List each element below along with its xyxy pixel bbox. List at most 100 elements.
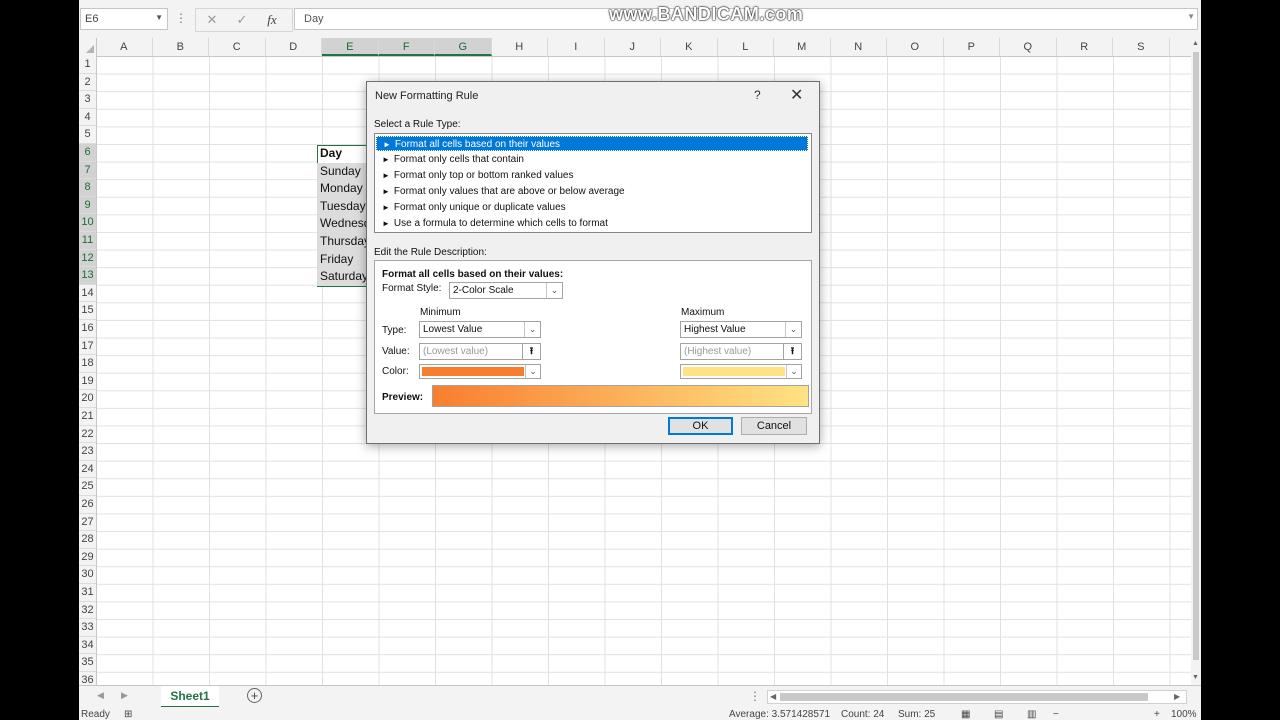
tab-sheet1[interactable]: Sheet1 — [161, 686, 219, 708]
chevron-down-icon[interactable]: ⌄ — [525, 365, 540, 378]
row-header[interactable]: 22 — [79, 426, 96, 444]
select-all-button[interactable] — [79, 38, 97, 56]
range-picker-icon[interactable]: ⭱ — [783, 344, 801, 359]
cell-e8[interactable]: Monday — [320, 180, 370, 198]
cell-e9[interactable]: Tuesday — [320, 198, 370, 216]
column-header[interactable]: S — [1113, 38, 1170, 56]
column-header[interactable]: F — [378, 38, 435, 56]
row-header[interactable]: 5 — [79, 126, 96, 144]
column-header[interactable]: Q — [1000, 38, 1057, 56]
column-header[interactable]: J — [605, 38, 661, 56]
next-sheet-icon[interactable]: ▶ — [121, 690, 128, 701]
column-header[interactable]: B — [153, 38, 209, 56]
column-header[interactable]: C — [209, 38, 266, 56]
chevron-down-icon[interactable]: ⌄ — [785, 322, 801, 337]
scroll-right-icon[interactable]: ▶ — [1174, 692, 1180, 701]
chevron-down-icon[interactable]: ⌄ — [546, 283, 562, 298]
max-color-picker[interactable]: ⌄ — [680, 364, 802, 379]
row-header[interactable]: 25 — [79, 478, 96, 496]
vertical-scroll-thumb[interactable] — [1193, 52, 1199, 660]
row-header[interactable]: 3 — [79, 91, 96, 109]
ok-button[interactable]: OK — [668, 417, 733, 435]
cancel-entry-icon[interactable]: ✕ — [202, 12, 222, 28]
row-header[interactable]: 36 — [79, 672, 96, 685]
row-header[interactable]: 17 — [79, 338, 96, 356]
row-header[interactable]: 26 — [79, 496, 96, 514]
cell-e7[interactable]: Sunday — [320, 163, 370, 181]
row-header[interactable]: 16 — [79, 320, 96, 338]
min-value-input[interactable]: (Lowest value) ⭱ — [419, 343, 541, 360]
horizontal-scrollbar[interactable]: ◀ ▶ — [767, 690, 1187, 704]
max-type-select[interactable]: Highest Value ⌄ — [680, 321, 802, 338]
cell-e13[interactable]: Saturday — [320, 268, 370, 286]
row-header[interactable]: 28 — [79, 531, 96, 549]
normal-view-icon[interactable]: ▦ — [961, 709, 970, 720]
cell-e10[interactable]: Wednesday — [320, 215, 370, 233]
column-header[interactable]: R — [1057, 38, 1113, 56]
column-header[interactable]: O — [887, 38, 944, 56]
zoom-in-icon[interactable]: + — [1154, 709, 1160, 720]
row-header[interactable]: 30 — [79, 566, 96, 584]
row-header[interactable]: 35 — [79, 654, 96, 672]
row-header[interactable]: 33 — [79, 619, 96, 637]
vertical-scrollbar[interactable]: ▲ ▼ — [1191, 38, 1201, 685]
row-header[interactable]: 19 — [79, 373, 96, 391]
row-header[interactable]: 32 — [79, 602, 96, 620]
rule-type-item[interactable]: ► Format only top or bottom ranked values — [376, 168, 808, 183]
row-header[interactable]: 2 — [79, 74, 96, 92]
column-header[interactable]: G — [435, 38, 492, 56]
column-header[interactable]: E — [322, 38, 379, 56]
column-header[interactable]: D — [266, 38, 322, 56]
column-header[interactable]: I — [548, 38, 605, 56]
row-header[interactable]: 1 — [79, 56, 96, 74]
zoom-out-icon[interactable]: − — [1053, 709, 1059, 720]
row-header[interactable]: 29 — [79, 549, 96, 567]
page-layout-icon[interactable]: ▤ — [994, 709, 1003, 720]
row-header[interactable]: 31 — [79, 584, 96, 602]
zoom-level[interactable]: 100% — [1171, 709, 1197, 720]
rule-type-item[interactable]: ► Format all cells based on their values — [376, 136, 808, 151]
column-header[interactable]: L — [718, 38, 774, 56]
row-header[interactable]: 13 — [79, 267, 96, 285]
rule-type-item[interactable]: ► Use a formula to determine which cells … — [376, 216, 808, 231]
accessibility-icon[interactable]: ⊞ — [124, 709, 132, 720]
name-box[interactable]: E6 ▼ — [80, 8, 168, 30]
row-header[interactable]: 8 — [79, 179, 96, 197]
row-header[interactable]: 21 — [79, 408, 96, 426]
row-header[interactable]: 4 — [79, 109, 96, 127]
row-header[interactable]: 11 — [79, 232, 96, 250]
min-type-select[interactable]: Lowest Value ⌄ — [419, 321, 541, 338]
help-icon[interactable]: ? — [754, 88, 761, 102]
column-header[interactable]: A — [96, 38, 153, 56]
tab-splitter-icon[interactable]: ⋮ — [749, 689, 761, 703]
range-picker-icon[interactable]: ⭱ — [522, 344, 540, 359]
row-header[interactable]: 10 — [79, 214, 96, 232]
row-header[interactable]: 15 — [79, 302, 96, 320]
scroll-left-icon[interactable]: ◀ — [770, 692, 776, 701]
more-options-icon[interactable]: ⋮ — [175, 11, 187, 25]
column-header[interactable]: H — [492, 38, 548, 56]
prev-sheet-icon[interactable]: ◀ — [97, 690, 104, 701]
row-header[interactable]: 23 — [79, 443, 96, 461]
rule-type-item[interactable]: ► Format only values that are above or be… — [376, 184, 808, 199]
column-header[interactable]: K — [661, 38, 718, 56]
max-value-input[interactable]: (Highest value) ⭱ — [680, 343, 802, 360]
chevron-down-icon[interactable]: ⌄ — [524, 322, 540, 337]
chevron-down-icon[interactable]: ⌄ — [786, 365, 801, 378]
chevron-down-icon[interactable]: ▼ — [155, 13, 163, 22]
row-header[interactable]: 34 — [79, 637, 96, 655]
expand-formula-icon[interactable]: ▼ — [1187, 12, 1195, 21]
row-header[interactable]: 12 — [79, 249, 96, 268]
rule-type-item[interactable]: ► Format only cells that contain — [376, 152, 808, 167]
horizontal-scroll-thumb[interactable] — [780, 693, 1148, 701]
column-header[interactable]: P — [944, 38, 1000, 56]
row-header[interactable]: 27 — [79, 514, 96, 532]
insert-function-icon[interactable]: fx — [262, 12, 282, 28]
cell-e6[interactable]: Day — [320, 145, 370, 163]
row-header[interactable]: 18 — [79, 355, 96, 373]
row-header[interactable]: 9 — [79, 196, 96, 215]
format-style-select[interactable]: 2-Color Scale ⌄ — [449, 282, 563, 299]
scroll-up-icon[interactable]: ▲ — [1192, 40, 1199, 47]
scroll-down-icon[interactable]: ▼ — [1192, 674, 1199, 681]
row-header[interactable]: 14 — [79, 285, 96, 303]
